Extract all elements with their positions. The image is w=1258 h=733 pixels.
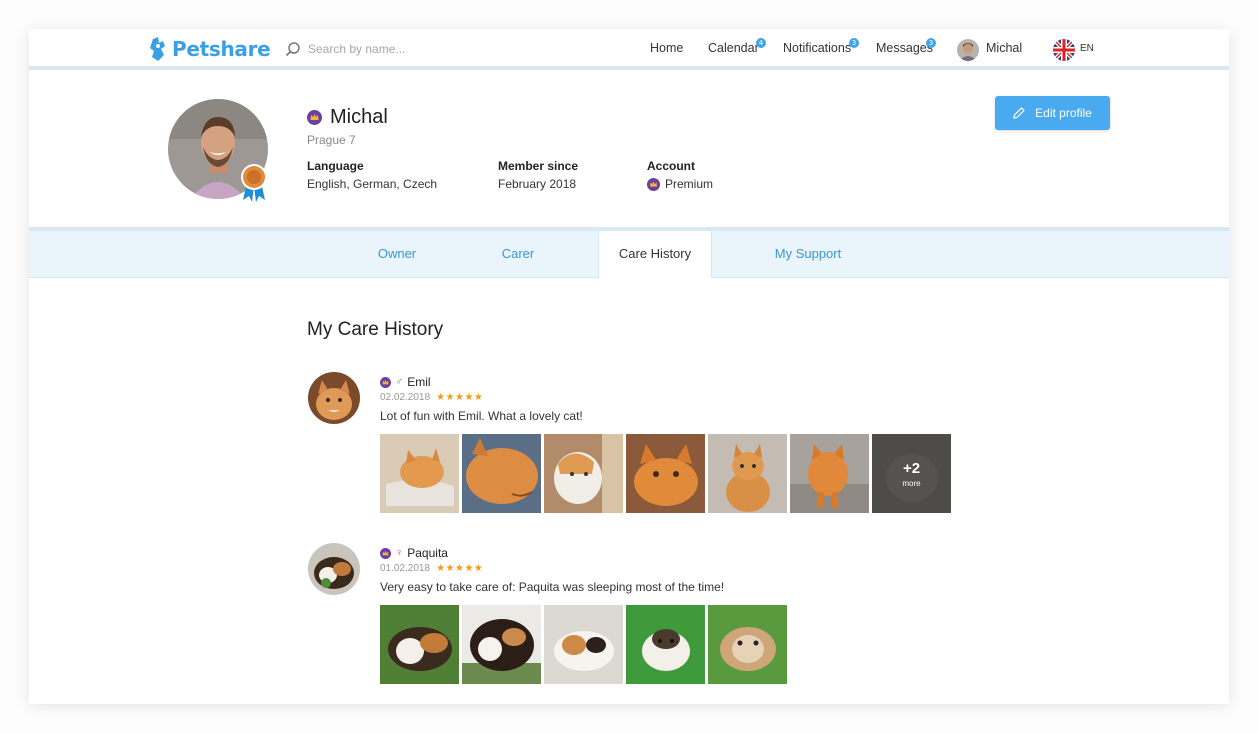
guinea-pig-photo[interactable] (626, 605, 705, 684)
nav-links: Home Calendar 4 Notifications 3 Messages… (29, 38, 1229, 61)
top-navbar: Petshare Home Calendar 4 Notifications 3… (29, 29, 1229, 70)
calendar-badge: 4 (756, 38, 766, 48)
pencil-icon (1013, 107, 1025, 119)
cat-photo[interactable] (380, 434, 459, 513)
cat-photo[interactable] (708, 434, 787, 513)
account-label: Account (647, 159, 695, 173)
entry-date: 02.02.2018 (380, 392, 431, 403)
tab-care-history[interactable]: Care History (598, 231, 712, 278)
rating-stars: ★★★★★ (436, 392, 484, 403)
more-overlay: +2 more (872, 434, 951, 513)
cat-photo[interactable] (626, 434, 705, 513)
male-icon: ♂ (395, 376, 404, 388)
tab-carer[interactable]: Carer (478, 231, 558, 277)
language-label: Language (307, 159, 364, 173)
notifications-badge: 3 (849, 38, 859, 48)
entry-comment: Very easy to take care of: Paquita was s… (380, 580, 725, 594)
nav-home[interactable]: Home (650, 41, 683, 55)
section-title: My Care History (307, 319, 444, 340)
account-value: Premium (665, 177, 714, 191)
tab-my-support[interactable]: My Support (763, 231, 853, 277)
cat-photo[interactable] (544, 434, 623, 513)
nav-notifications[interactable]: Notifications (783, 41, 851, 55)
language-value: English, German, Czech (307, 177, 438, 191)
entry-date-row: 01.02.2018 ★★★★★ (380, 563, 483, 574)
female-icon: ♀ (395, 547, 404, 559)
pet-name-row: ♂ Emil (380, 375, 431, 389)
premium-crown-icon (380, 547, 391, 559)
member-since-label: Member since (498, 159, 579, 173)
edit-profile-label: Edit profile (1035, 106, 1092, 120)
profile-name-row: Michal (307, 106, 388, 129)
cat-photo[interactable] (462, 434, 541, 513)
award-badge-icon (241, 164, 267, 202)
pet-avatar[interactable] (308, 543, 360, 595)
pet-avatar[interactable] (308, 372, 360, 424)
uk-flag-icon[interactable] (1053, 39, 1075, 61)
app-window: Petshare Home Calendar 4 Notifications 3… (29, 29, 1229, 704)
profile-header: Michal Prague 7 Language English, German… (29, 74, 1229, 227)
nav-messages[interactable]: Messages (876, 41, 933, 55)
nav-user-name[interactable]: Michal (986, 41, 1022, 55)
edit-profile-button[interactable]: Edit profile (995, 96, 1110, 130)
photo-gallery (380, 605, 787, 684)
more-count: +2 (902, 459, 921, 477)
guinea-pig-photo[interactable] (708, 605, 787, 684)
rating-stars: ★★★★★ (436, 563, 484, 574)
nav-calendar[interactable]: Calendar (708, 41, 759, 55)
profile-name: Michal (330, 106, 388, 128)
entry-date: 01.02.2018 (380, 563, 431, 574)
pet-name[interactable]: Paquita (407, 546, 448, 560)
language-info: Language English, German, Czech (307, 159, 437, 191)
history-entry: ♀ Paquita 01.02.2018 ★★★★★ Very easy to … (307, 543, 967, 688)
messages-badge: 3 (926, 38, 936, 48)
language-code[interactable]: EN (1080, 43, 1094, 54)
profile-tabs: Owner Carer Care History My Support (29, 227, 1229, 278)
entry-comment: Lot of fun with Emil. What a lovely cat! (380, 409, 583, 423)
more-photos[interactable]: +2 more (872, 434, 951, 513)
premium-crown-icon (307, 110, 322, 125)
member-since-value: February 2018 (498, 177, 577, 191)
more-label: more (902, 478, 921, 488)
profile-city: Prague 7 (307, 133, 356, 147)
tab-owner[interactable]: Owner (357, 231, 437, 277)
member-info: Member since February 2018 (498, 159, 578, 191)
pet-name[interactable]: Emil (407, 375, 430, 389)
photo-gallery: +2 more (380, 434, 951, 513)
guinea-pig-photo[interactable] (462, 605, 541, 684)
history-entry: ♂ Emil 02.02.2018 ★★★★★ Lot of fun with … (307, 372, 967, 517)
cat-photo[interactable] (790, 434, 869, 513)
account-value-row: Premium (647, 177, 713, 191)
user-avatar[interactable] (957, 39, 979, 61)
guinea-pig-photo[interactable] (544, 605, 623, 684)
premium-crown-icon (647, 177, 660, 191)
entry-date-row: 02.02.2018 ★★★★★ (380, 392, 483, 403)
guinea-pig-photo[interactable] (380, 605, 459, 684)
account-info: Account Premium (647, 159, 713, 191)
premium-crown-icon (380, 376, 391, 388)
pet-name-row: ♀ Paquita (380, 546, 448, 560)
